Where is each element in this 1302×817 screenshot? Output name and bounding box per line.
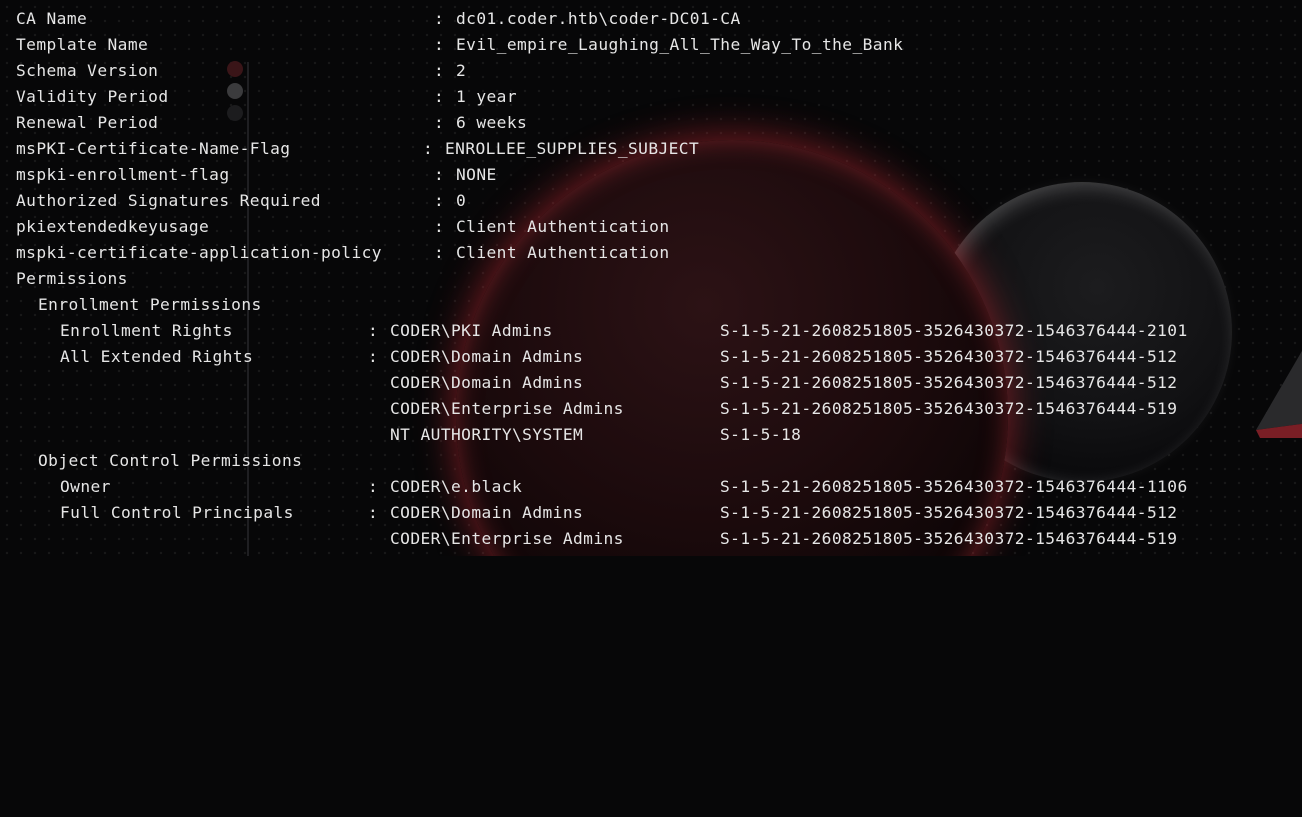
field-value: 0 [456,191,467,210]
field-key: msPKI-Certificate-Name-Flag [16,139,291,158]
enrollment-flag-row: mspki-enrollment-flag : NONE [0,165,1302,191]
field-separator: : [434,61,445,80]
principal-sid: S-1-5-21-2608251805-3526430372-154637644… [720,477,1188,496]
permission-label: Owner [60,477,111,496]
principal-sid: S-1-5-21-2608251805-3526430372-154637644… [720,321,1188,340]
field-separator: : [368,477,379,496]
field-separator: : [434,191,445,210]
field-separator: : [434,217,445,236]
field-value: dc01.coder.htb\coder-DC01-CA [456,9,741,28]
all-extended-rights-row: CODER\Domain Admins S-1-5-21-2608251805-… [0,373,1302,399]
field-separator: : [368,347,379,366]
permissions-header: Permissions [16,269,128,288]
field-separator: : [434,165,445,184]
principal-name: CODER\Domain Admins [390,373,584,392]
principal-sid: S-1-5-21-2608251805-3526430372-154637644… [720,373,1178,392]
field-value: Client Authentication [456,217,670,236]
full-control-row: Full Control Principals : CODER\Domain A… [0,503,1302,529]
field-separator: : [434,87,445,106]
enrollment-permissions-header-row: Enrollment Permissions [0,295,1302,321]
owner-row: Owner : CODER\e.black S-1-5-21-260825180… [0,477,1302,503]
principal-name: NT AUTHORITY\SYSTEM [390,425,584,444]
principal-name: CODER\PKI Admins [390,321,553,340]
field-value: 2 [456,61,467,80]
field-separator: : [434,243,445,262]
field-separator: : [423,139,434,158]
name-flag-row: msPKI-Certificate-Name-Flag : ENROLLEE_S… [0,139,1302,165]
field-key: Validity Period [16,87,169,106]
field-key: CA Name [16,9,88,28]
renewal-period-row: Renewal Period : 6 weeks [0,113,1302,139]
field-key: Renewal Period [16,113,159,132]
principal-sid: S-1-5-21-2608251805-3526430372-154637644… [720,399,1178,418]
field-value: NONE [456,165,497,184]
field-key: Template Name [16,35,149,54]
field-value: 1 year [456,87,517,106]
schema-version-row: Schema Version : 2 [0,61,1302,87]
enrollment-rights-row: Enrollment Rights : CODER\PKI Admins S-1… [0,321,1302,347]
permissions-header-row: Permissions [0,269,1302,295]
field-separator: : [434,113,445,132]
field-separator: : [368,503,379,522]
object-control-header-row: Object Control Permissions [0,451,1302,477]
field-value: Client Authentication [456,243,670,262]
field-separator: : [368,321,379,340]
principal-name: CODER\Domain Admins [390,503,584,522]
all-extended-rights-row: NT AUTHORITY\SYSTEM S-1-5-18 [0,425,1302,451]
field-value: ENROLLEE_SUPPLIES_SUBJECT [445,139,700,158]
principal-sid: S-1-5-21-2608251805-3526430372-154637644… [720,529,1178,548]
field-key: mspki-enrollment-flag [16,165,230,184]
terminal-output[interactable]: CA Name : dc01.coder.htb\coder-DC01-CA T… [0,0,1302,556]
permission-label: Enrollment Rights [60,321,233,340]
principal-name: CODER\e.black [390,477,523,496]
field-key: mspki-certificate-application-policy [16,243,382,262]
field-separator: : [434,9,445,28]
field-key: pkiextendedkeyusage [16,217,210,236]
field-separator: : [434,35,445,54]
enrollment-permissions-header: Enrollment Permissions [38,295,262,314]
extended-key-usage-row: pkiextendedkeyusage : Client Authenticat… [0,217,1302,243]
object-control-permissions-header: Object Control Permissions [38,451,303,470]
permission-label: All Extended Rights [60,347,254,366]
authorized-signatures-row: Authorized Signatures Required : 0 [0,191,1302,217]
field-value: Evil_empire_Laughing_All_The_Way_To_the_… [456,35,904,54]
validity-period-row: Validity Period : 1 year [0,87,1302,113]
ca-name-row: CA Name : dc01.coder.htb\coder-DC01-CA [0,9,1302,35]
all-extended-rights-row: All Extended Rights : CODER\Domain Admin… [0,347,1302,373]
principal-name: CODER\Domain Admins [390,347,584,366]
all-extended-rights-row: CODER\Enterprise Admins S-1-5-21-2608251… [0,399,1302,425]
field-value: 6 weeks [456,113,528,132]
principal-sid: S-1-5-21-2608251805-3526430372-154637644… [720,347,1178,366]
principal-name: CODER\Enterprise Admins [390,529,624,548]
template-name-row: Template Name : Evil_empire_Laughing_All… [0,35,1302,61]
field-key: Authorized Signatures Required [16,191,321,210]
application-policy-row: mspki-certificate-application-policy : C… [0,243,1302,269]
principal-name: CODER\Enterprise Admins [390,399,624,418]
permission-label: Full Control Principals [60,503,294,522]
field-key: Schema Version [16,61,159,80]
principal-sid: S-1-5-18 [720,425,802,444]
full-control-row: CODER\Enterprise Admins S-1-5-21-2608251… [0,529,1302,555]
principal-sid: S-1-5-21-2608251805-3526430372-154637644… [720,503,1178,522]
